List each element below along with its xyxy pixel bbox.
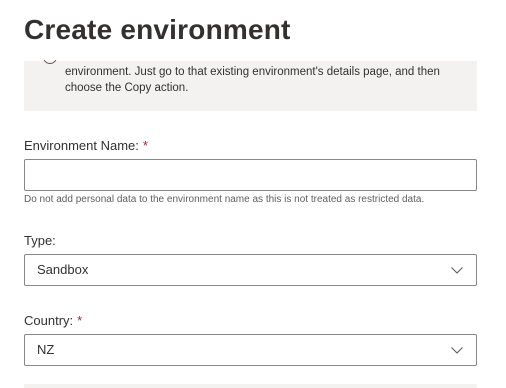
country-label: Country: * — [24, 312, 82, 330]
info-message-box: environment. Just go to that existing en… — [24, 60, 477, 111]
create-environment-panel: Create environment environment. Just go … — [0, 0, 506, 388]
type-dropdown[interactable]: Sandbox — [24, 254, 477, 286]
country-dropdown[interactable]: NZ — [24, 334, 477, 366]
type-label: Type: — [24, 232, 56, 250]
page-title: Create environment — [24, 14, 291, 45]
chevron-down-icon — [451, 267, 463, 274]
info-icon — [43, 60, 57, 64]
bottom-divider — [24, 384, 477, 388]
country-label-text: Country: — [24, 313, 74, 328]
required-marker: * — [142, 138, 148, 153]
type-label-text: Type: — [24, 233, 56, 248]
chevron-down-icon — [451, 347, 463, 354]
environment-name-input[interactable] — [24, 159, 477, 191]
environment-name-label: Environment Name: * — [24, 137, 148, 155]
environment-name-helper-text: Do not add personal data to the environm… — [24, 194, 425, 205]
type-dropdown-value: Sandbox — [37, 262, 89, 277]
country-dropdown-value: NZ — [37, 342, 55, 357]
environment-name-label-text: Environment Name: — [24, 138, 139, 153]
info-message-text: environment. Just go to that existing en… — [65, 66, 440, 94]
required-marker: * — [77, 313, 83, 328]
